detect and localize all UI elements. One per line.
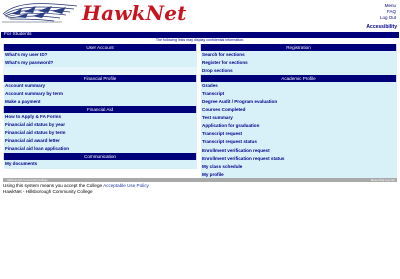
class-schedule-link[interactable]: My class schedule [202, 164, 242, 169]
fa-status-year-link[interactable]: Financial aid status by year [5, 122, 65, 127]
footer-links[interactable]: Menu FAQ Log Out [371, 178, 395, 182]
drop-sections-link[interactable]: Drop sections [202, 68, 233, 73]
usage-notice-text: Using this system means you accept the C… [3, 183, 104, 188]
menu-item[interactable]: My class schedule [200, 162, 397, 171]
graduation-application-link[interactable]: Application for graduation [202, 123, 259, 128]
register-sections-link[interactable]: Register for sections [202, 60, 248, 65]
fa-loan-application-link[interactable]: Financial aid loan application [5, 146, 69, 151]
footer-college-name: Hillsborough Community College [7, 178, 48, 182]
menu-item[interactable]: Drop sections [200, 67, 397, 76]
fa-status-term-link[interactable]: Financial aid status by term [5, 130, 66, 135]
my-documents-link[interactable]: My documents [5, 161, 37, 166]
search-sections-link[interactable]: Search for sections [202, 52, 245, 57]
hawk-wing-logo-icon [2, 3, 78, 23]
menu-item[interactable]: Financial aid loan application [3, 145, 197, 154]
menu-item[interactable]: Enrollment verification request [200, 146, 397, 155]
transcript-request-link[interactable]: Transcript request [202, 131, 242, 136]
menu-item[interactable]: Application for graduation [200, 122, 397, 131]
hawknet-logo: HawkNet [82, 1, 187, 25]
grades-link[interactable]: Grades [202, 83, 218, 88]
test-summary-link[interactable]: Test summary [202, 115, 233, 120]
menu-item[interactable]: Account summary [3, 82, 197, 91]
footer-bar: Hillsborough Community College Menu FAQ … [3, 178, 397, 182]
menu-item[interactable]: Test summary [200, 114, 397, 123]
my-profile-link[interactable]: My profile [202, 172, 224, 177]
menu-item[interactable]: Financial aid status by term [3, 129, 197, 138]
confidential-notice: The following links may display confiden… [155, 38, 245, 42]
menu-item[interactable]: Enrollment verification request status [200, 154, 397, 163]
password-link[interactable]: What's my password? [5, 60, 53, 65]
menu-item[interactable]: Courses Completed [200, 106, 397, 115]
registration-header: Registration [200, 44, 397, 51]
user-id-link[interactable]: What's my user ID? [5, 52, 47, 57]
menu-item[interactable]: What's my password? [3, 59, 197, 68]
degree-audit-link[interactable]: Degree Audit / Program evaluation [202, 99, 277, 104]
menu-item[interactable]: Financial aid status by year [3, 121, 197, 130]
acceptable-use-policy-link[interactable]: Acceptable Use Policy [103, 183, 149, 188]
menu-item[interactable]: Make a payment [3, 98, 197, 107]
transcript-request-status-link[interactable]: Transcript request status [202, 139, 257, 144]
right-column: Registration Search for sections Registe… [200, 44, 397, 179]
menu-item[interactable]: My documents [3, 160, 197, 169]
logout-link[interactable]: Log Out [380, 15, 396, 21]
menu-item[interactable]: Degree Audit / Program evaluation [200, 98, 397, 107]
nav-bar [0, 24, 400, 32]
user-account-header: User Account [3, 44, 197, 51]
menu-item[interactable]: Register for sections [200, 59, 397, 68]
academic-profile-header: Academic Profile [200, 75, 397, 83]
left-column: User Account What's my user ID? What's m… [3, 44, 197, 169]
courses-completed-link[interactable]: Courses Completed [202, 107, 245, 112]
menu-item[interactable]: Search for sections [200, 51, 397, 60]
menu-item[interactable]: Transcript request [200, 130, 397, 139]
financial-aid-header: Financial Aid [3, 106, 197, 114]
top-links: Menu FAQ Log Out [380, 3, 396, 21]
account-summary-link[interactable]: Account summary [5, 83, 45, 88]
menu-item[interactable]: How to Apply & FA Forms [3, 113, 197, 122]
menu-item[interactable]: Transcript request status [200, 138, 397, 147]
menu-item[interactable]: Transcript [200, 90, 397, 99]
make-payment-link[interactable]: Make a payment [5, 99, 41, 104]
header: HawkNet Menu FAQ Log Out [0, 0, 400, 25]
account-summary-term-link[interactable]: Account summary by term [5, 91, 63, 96]
menu-item[interactable]: Grades [200, 82, 397, 91]
communication-header: Communication [3, 153, 197, 161]
accessibility-link[interactable]: Accessibility [366, 24, 397, 30]
enrollment-verification-link[interactable]: Enrollment verification request [202, 148, 270, 153]
financial-profile-header: Financial Profile [3, 75, 197, 83]
menu-item[interactable]: Account summary by term [3, 90, 197, 99]
fa-award-letter-link[interactable]: Financial aid award letter [5, 138, 60, 143]
transcript-link[interactable]: Transcript [202, 91, 224, 96]
fa-forms-link[interactable]: How to Apply & FA Forms [5, 114, 61, 119]
enrollment-verification-status-link[interactable]: Enrollment verification request status [202, 156, 284, 161]
footer-copy: HawkNet - Hillsborough Community College [3, 189, 93, 194]
menu-item[interactable]: What's my user ID? [3, 51, 197, 60]
menu-item[interactable]: Financial aid award letter [3, 137, 197, 146]
